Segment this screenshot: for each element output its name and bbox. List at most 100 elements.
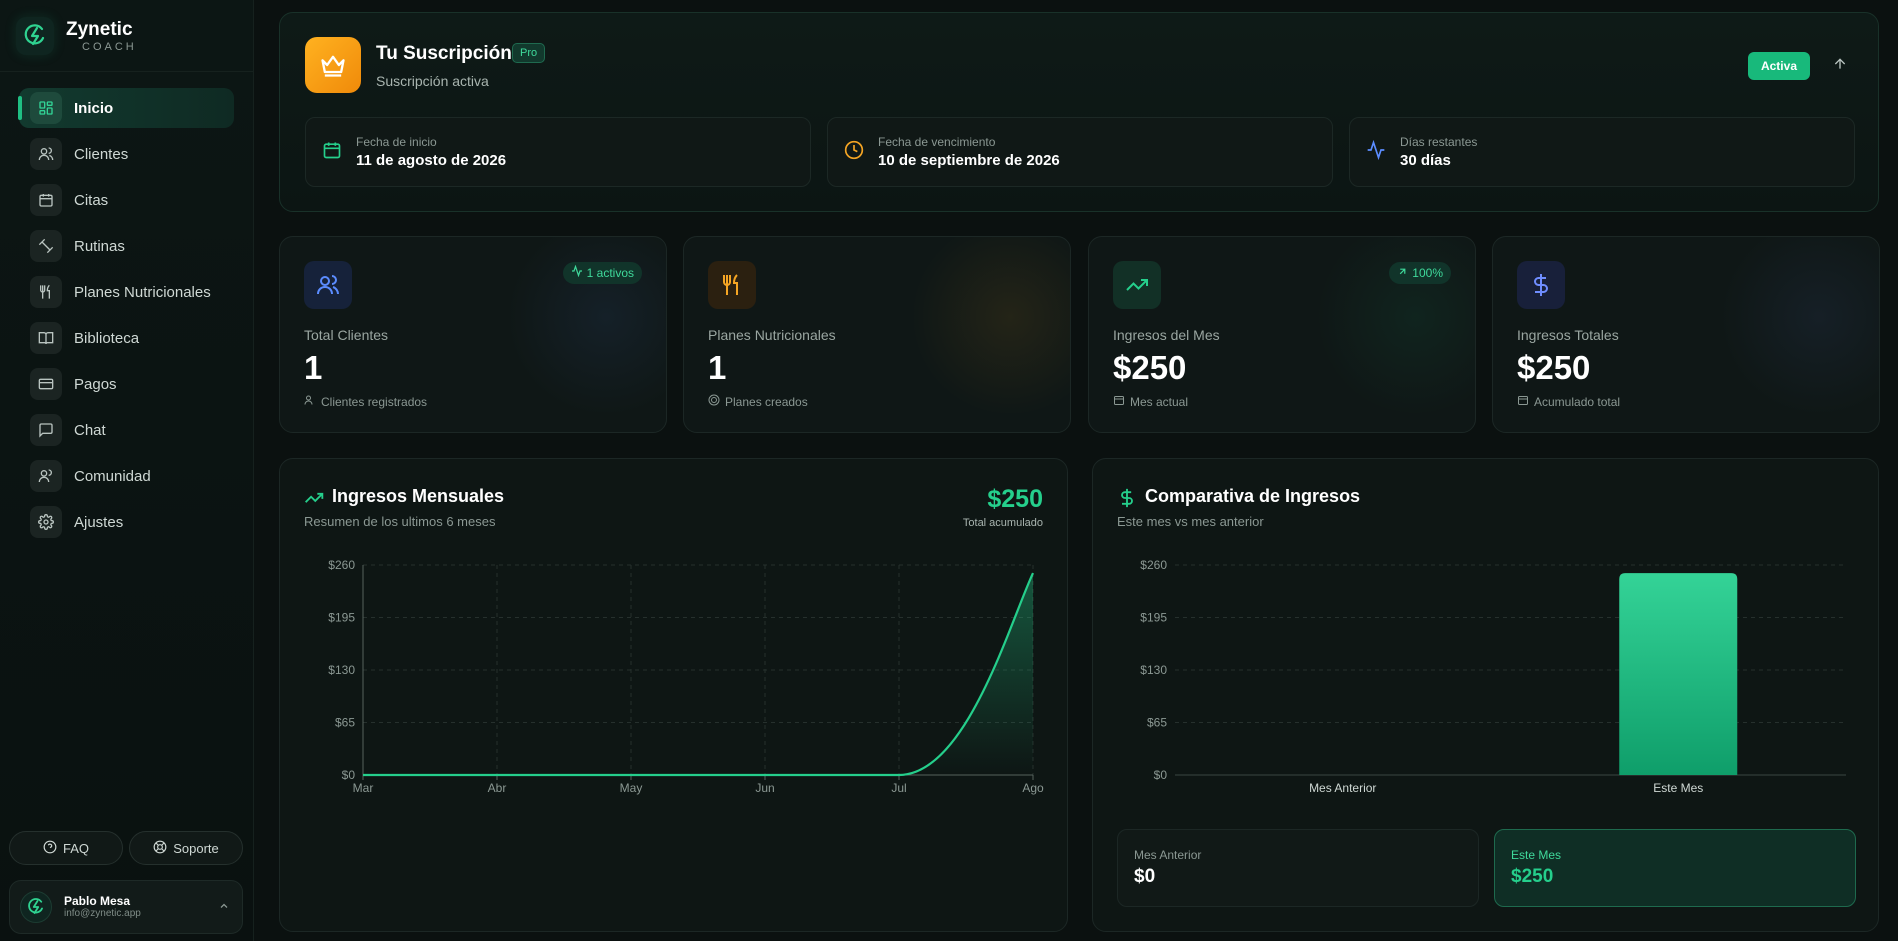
subscription-title: Tu Suscripción: [376, 43, 512, 64]
stat-footnote-label: Planes creados: [725, 394, 808, 409]
stat-footnote: Mes actual: [1113, 394, 1188, 409]
crown-icon: [305, 37, 361, 93]
calendar-icon: [30, 184, 62, 216]
series-area: [363, 573, 1033, 775]
collapse-button[interactable]: [1832, 56, 1848, 77]
sidebar-item-planes-nutricionales[interactable]: Planes Nutricionales: [19, 272, 234, 312]
arrow-up-right-icon: [1397, 262, 1408, 284]
sidebar-item-label: Citas: [74, 191, 109, 209]
comparison-card: Comparativa de Ingresos Este mes vs mes …: [1092, 458, 1879, 932]
active-badge-label: 1 activos: [586, 266, 634, 280]
stat-card-planes-nutricionales: Planes Nutricionales 1 Planes creados: [683, 236, 1071, 433]
community-icon: [30, 460, 62, 492]
faq-label: FAQ: [62, 840, 89, 856]
credit-card-icon: [30, 368, 62, 400]
subscription-status: Suscripción activa: [376, 73, 489, 89]
stat-footnote: Planes creados: [708, 394, 808, 409]
sidebar-item-biblioteca[interactable]: Biblioteca: [19, 318, 234, 358]
sidebar-item-label: Pagos: [74, 375, 117, 393]
x-tick-label: Jul: [891, 781, 906, 795]
x-tick-label: Este Mes: [1653, 781, 1703, 795]
gear-icon: [30, 506, 62, 538]
line-chart: $0 $65 $130 $195 $260 Mar Abr May Jun Jul Ago: [328, 558, 1044, 795]
x-tick-label: Abr: [488, 781, 507, 795]
help-row: FAQ Soporte: [9, 831, 243, 865]
x-tick-label: Ago: [1022, 781, 1044, 795]
sidebar-item-clientes[interactable]: Clientes: [19, 134, 234, 174]
book-icon: [30, 322, 62, 354]
sidebar-item-label: Planes Nutricionales: [74, 283, 211, 301]
start-date-label: Fecha de inicio: [356, 135, 437, 149]
end-date-label: Fecha de vencimiento: [878, 135, 996, 149]
stat-value: $250: [1113, 349, 1187, 386]
monthly-revenue-card: Ingresos Mensuales Resumen de los ultimo…: [279, 458, 1068, 932]
stat-footnote-label: Clientes registrados: [321, 394, 428, 409]
remaining-days-label: Días restantes: [1400, 135, 1478, 149]
y-tick-label: $195: [328, 611, 355, 625]
y-tick-label: $0: [342, 768, 356, 782]
users-icon: [30, 138, 62, 170]
brand[interactable]: Zynetic COACH: [16, 14, 137, 58]
sidebar-item-label: Chat: [74, 421, 106, 439]
calendar-icon: [1517, 394, 1529, 409]
y-tick-label: $130: [1140, 663, 1167, 677]
stat-card-ingresos-totales: Ingresos Totales $250 Acumulado total: [1492, 236, 1880, 433]
active-badge: 1 activos: [562, 262, 642, 284]
faq-button[interactable]: FAQ: [9, 831, 123, 865]
sidebar-item-pagos[interactable]: Pagos: [19, 364, 234, 404]
sidebar-item-citas[interactable]: Citas: [19, 180, 234, 220]
chevron-up-icon: [218, 899, 230, 917]
growth-badge-label: 100%: [1412, 266, 1443, 280]
previous-month-label: Mes Anterior: [1134, 848, 1202, 862]
x-tick-label: May: [620, 781, 643, 795]
grid-icon: [30, 92, 62, 124]
lifebuoy-icon: [153, 840, 167, 857]
sidebar-item-chat[interactable]: Chat: [19, 410, 234, 450]
x-tick-label: Mar: [353, 781, 374, 795]
divider: [0, 71, 254, 72]
support-button[interactable]: Soporte: [129, 831, 243, 865]
current-month-value: $250: [1511, 866, 1554, 887]
stat-footnote-label: Acumulado total: [1534, 394, 1621, 409]
y-tick-label: $65: [1147, 716, 1167, 730]
sidebar-item-ajustes[interactable]: Ajustes: [19, 502, 234, 542]
users-icon: [304, 261, 352, 309]
brand-subtitle: COACH: [82, 40, 137, 53]
dollar-icon: [1517, 261, 1565, 309]
stat-label: Ingresos Totales: [1517, 327, 1619, 343]
glow: [1719, 237, 1879, 417]
y-tick-label: $0: [1154, 768, 1168, 782]
stat-label: Ingresos del Mes: [1113, 327, 1220, 343]
growth-badge: 100%: [1389, 262, 1451, 284]
bar: [1619, 573, 1738, 775]
y-tick-label: $195: [1140, 611, 1167, 625]
y-tick-label: $260: [1140, 558, 1167, 572]
status-badge: Activa: [1747, 52, 1810, 80]
plan-badge: Pro: [512, 43, 546, 63]
sidebar-item-label: Biblioteca: [74, 329, 140, 347]
stat-label: Total Clientes: [304, 327, 389, 343]
x-tick-label: Mes Anterior: [1309, 781, 1376, 795]
previous-month-box: Mes Anterior $0: [1117, 829, 1479, 907]
stat-label: Planes Nutricionales: [708, 327, 836, 343]
sidebar-item-label: Comunidad: [74, 467, 151, 485]
series-line: [363, 572, 1034, 777]
remaining-days-box: Días restantes 30 días: [1349, 117, 1855, 187]
sidebar-item-comunidad[interactable]: Comunidad: [19, 456, 234, 496]
stat-footnote: Acumulado total: [1517, 394, 1620, 409]
sidebar-item-label: Rutinas: [74, 237, 125, 255]
stat-card-ingresos-del-mes: 100% Ingresos del Mes $250 Mes actual: [1088, 236, 1476, 433]
activity-icon: [571, 262, 583, 284]
user-menu[interactable]: Pablo Mesa info@zynetic.app: [9, 880, 243, 934]
calendar-icon: [1113, 394, 1125, 409]
sidebar-item-label: Clientes: [74, 145, 129, 163]
sidebar-item-rutinas[interactable]: Rutinas: [19, 226, 234, 266]
start-date-box: Fecha de inicio 11 de agosto de 2026: [305, 117, 811, 187]
previous-month-value: $0: [1134, 866, 1156, 887]
subscription-card: Tu Suscripción Pro Suscripción activa Ac…: [279, 12, 1879, 212]
stat-value: 1: [304, 349, 323, 386]
sidebar-item-label: Inicio: [74, 99, 114, 117]
arrow-up-icon: [1832, 58, 1848, 76]
sidebar-item-inicio[interactable]: Inicio: [18, 88, 234, 128]
chat-icon: [30, 414, 62, 446]
